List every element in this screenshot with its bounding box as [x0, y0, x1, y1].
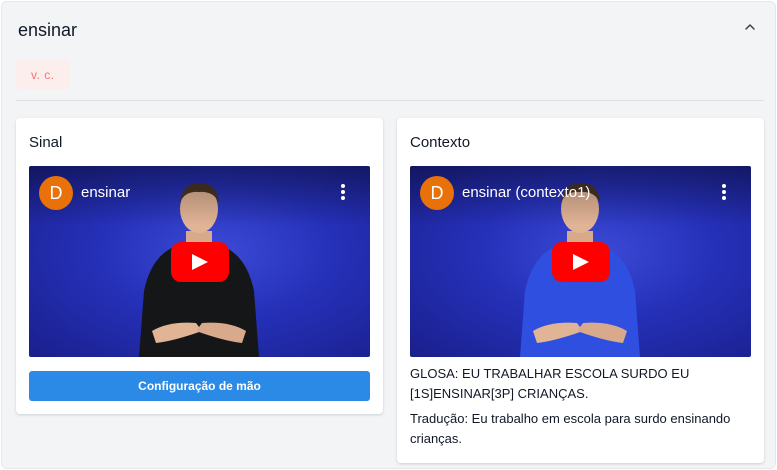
divider — [16, 100, 764, 101]
channel-avatar[interactable]: D — [420, 176, 454, 210]
contexto-card-title: Contexto — [410, 134, 471, 151]
hand-config-button[interactable]: Configuração de mão — [29, 371, 370, 401]
sign-title: ensinar — [18, 20, 78, 40]
more-vertical-icon[interactable] — [338, 184, 348, 202]
sinal-card-title: Sinal — [29, 134, 63, 151]
contexto-card: Contexto D ensinar (contexto1) GLOSA: EU… — [397, 118, 764, 463]
video-title[interactable]: ensinar (contexto1) — [462, 184, 590, 201]
chevron-up-icon — [745, 24, 755, 30]
sinal-card: Sinal D ensinar Configuração de mão — [16, 118, 383, 414]
sign-panel: ensinar v. c. Sinal D ensinar Configuraç… — [1, 1, 776, 469]
video-title[interactable]: ensinar — [81, 184, 130, 201]
category-badge: v. c. — [16, 60, 70, 90]
more-vertical-icon[interactable] — [719, 184, 729, 202]
contexto-video-player[interactable]: D ensinar (contexto1) — [410, 166, 751, 357]
translation-text: Tradução: Eu trabalho em escola para sur… — [410, 411, 731, 446]
play-icon — [573, 254, 589, 270]
play-button[interactable] — [552, 242, 610, 282]
play-icon — [192, 254, 208, 270]
glosa-text: GLOSA: EU TRABALHAR ESCOLA SURDO EU [1S]… — [410, 366, 690, 401]
channel-avatar[interactable]: D — [39, 176, 73, 210]
collapse-button[interactable] — [741, 18, 759, 36]
sinal-video-player[interactable]: D ensinar — [29, 166, 370, 357]
play-button[interactable] — [171, 242, 229, 282]
